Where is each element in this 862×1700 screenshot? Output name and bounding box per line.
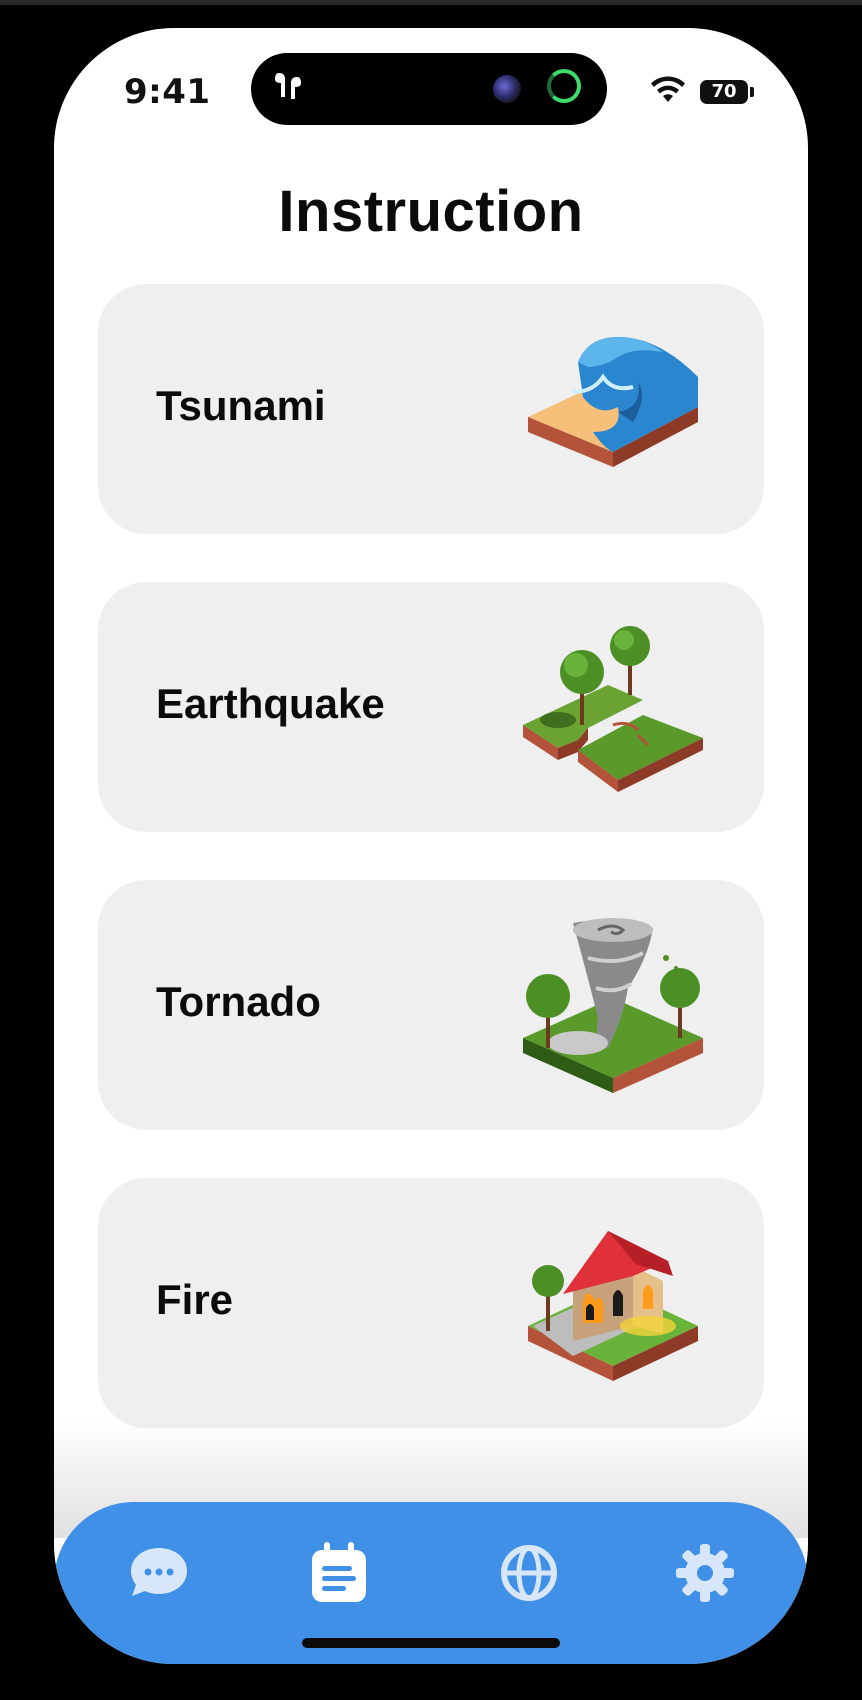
dynamic-island (251, 53, 607, 125)
globe-icon (501, 1545, 557, 1601)
tab-instructions[interactable] (304, 1538, 374, 1608)
card-label: Tornado (156, 978, 321, 1025)
card-label: Tsunami (156, 382, 326, 429)
phone-screen: 9:41 70 Instruction Tsunami Earthquake T… (54, 28, 808, 1664)
calendar-list-icon (312, 1542, 366, 1602)
battery-icon: 70 (700, 80, 748, 104)
gear-icon (676, 1544, 734, 1602)
tab-settings[interactable] (670, 1538, 740, 1608)
screen-top-edge (0, 0, 862, 5)
camera-indicator (493, 75, 521, 103)
card-tsunami[interactable]: Tsunami (98, 284, 764, 534)
card-label: Fire (156, 1276, 234, 1323)
wifi-icon (651, 76, 685, 102)
battery-cap (750, 87, 754, 97)
card-earthquake[interactable]: Earthquake (98, 582, 764, 832)
tornado-illustration (523, 918, 703, 1093)
tab-globe[interactable] (494, 1538, 564, 1608)
tsunami-illustration (528, 337, 698, 467)
activity-ring (547, 69, 581, 103)
home-indicator[interactable] (302, 1638, 560, 1648)
airpods-icon (275, 73, 301, 99)
card-fire[interactable]: Fire (98, 1178, 764, 1428)
card-label: Earthquake (156, 680, 385, 727)
tab-chat[interactable] (124, 1538, 194, 1608)
page-title: Instruction (278, 179, 584, 244)
earthquake-illustration (523, 626, 703, 792)
status-time: 9:41 (124, 72, 211, 112)
chat-icon (131, 1548, 187, 1596)
fire-illustration (528, 1231, 698, 1381)
card-tornado[interactable]: Tornado (98, 880, 764, 1130)
